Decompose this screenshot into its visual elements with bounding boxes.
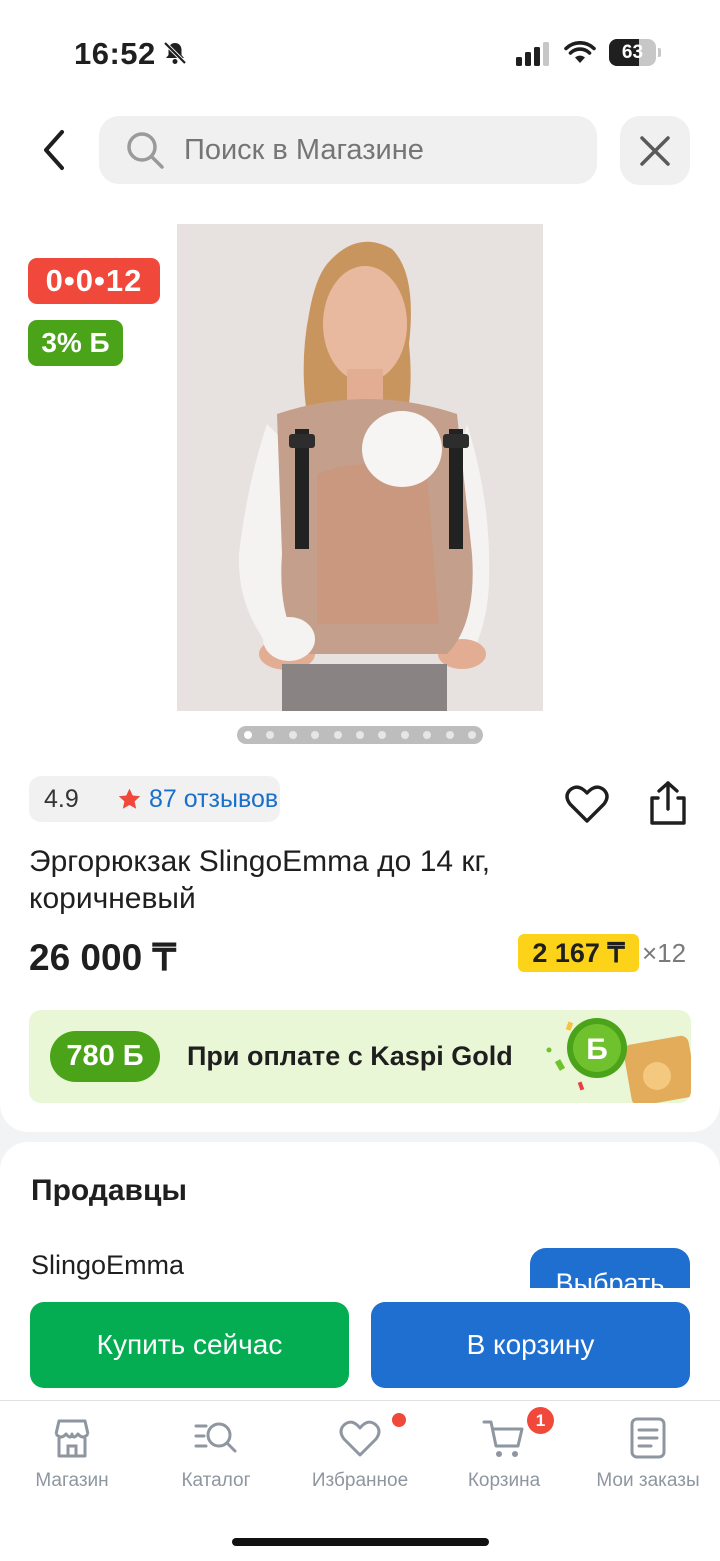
- kaspi-gold-card-icon: Б: [546, 1018, 691, 1103]
- choose-button-clip: Выбрать: [530, 1248, 690, 1288]
- installment-badge: 0•0•12: [28, 258, 160, 304]
- gallery-dot[interactable]: [423, 731, 432, 739]
- product-price: 26 000 ₸: [29, 937, 176, 978]
- gallery-dot[interactable]: [288, 731, 297, 739]
- tab-label: Корзина: [467, 1470, 541, 1491]
- star-icon: [118, 788, 141, 809]
- gallery-dot[interactable]: [355, 731, 364, 739]
- cart-icon: [482, 1420, 524, 1457]
- close-icon: [640, 136, 670, 166]
- back-arrow-icon[interactable]: [36, 126, 76, 174]
- gold-banner-text: При оплате с Kaspi Gold: [187, 1041, 513, 1071]
- gallery-dot[interactable]: [266, 731, 275, 739]
- rating-pill[interactable]: 4.9 87 отзывов: [29, 776, 280, 822]
- gallery-dot[interactable]: [311, 731, 320, 739]
- gallery-dot[interactable]: [244, 731, 252, 739]
- gold-bonus-pill: 780 Б: [50, 1031, 160, 1082]
- share-icon[interactable]: [646, 780, 690, 826]
- bonus-badge: 3% Б: [28, 320, 123, 366]
- close-button[interactable]: [620, 116, 690, 185]
- gallery-dot[interactable]: [400, 731, 409, 739]
- wifi-icon: [564, 41, 596, 63]
- choose-seller-button[interactable]: Выбрать: [530, 1248, 690, 1288]
- gallery-dot[interactable]: [378, 731, 387, 739]
- search-input[interactable]: [184, 116, 584, 184]
- status-time: 16:52: [74, 36, 156, 71]
- cart-count-badge: 1: [527, 1407, 554, 1434]
- add-to-cart-button[interactable]: В корзину: [371, 1302, 690, 1388]
- tab-orders[interactable]: Мои заказы: [576, 1416, 720, 1496]
- orders-icon: [630, 1417, 666, 1459]
- tab-favorites[interactable]: Избранное: [288, 1413, 432, 1496]
- gold-art-letter: Б: [586, 1033, 608, 1066]
- gallery-dot[interactable]: [467, 731, 476, 739]
- product-title: Эргорюкзак SlingoEmma до 14 кг, коричнев…: [29, 845, 491, 915]
- favorite-heart-icon[interactable]: [565, 784, 609, 824]
- catalog-icon: [194, 1422, 237, 1453]
- status-bar: 16:52 63: [0, 0, 720, 100]
- tab-label: Мои заказы: [596, 1470, 700, 1491]
- gallery-dot[interactable]: [333, 731, 342, 739]
- search-icon: [127, 132, 164, 169]
- monthly-multiplier: ×12: [642, 938, 687, 968]
- tab-store[interactable]: Магазин: [0, 1416, 144, 1496]
- bell-muted-icon: [163, 41, 187, 65]
- tab-label: Каталог: [181, 1470, 251, 1491]
- battery-icon: 63: [609, 39, 661, 66]
- favorites-dot: [392, 1413, 406, 1427]
- buy-now-button[interactable]: Купить сейчас: [30, 1302, 349, 1388]
- search-bar[interactable]: [99, 116, 597, 184]
- cellular-signal-icon: [516, 42, 549, 66]
- store-icon: [54, 1419, 90, 1458]
- product-image[interactable]: [177, 224, 543, 711]
- gallery-pagination[interactable]: [237, 726, 483, 744]
- tab-label: Избранное: [311, 1470, 409, 1491]
- gallery-dot[interactable]: [445, 731, 454, 739]
- tab-label: Магазин: [35, 1470, 109, 1491]
- tab-cart[interactable]: 1 Корзина: [432, 1407, 576, 1496]
- kaspi-gold-banner[interactable]: 780 Б При оплате с Kaspi Gold Б: [29, 1010, 691, 1103]
- heart-icon: [339, 1420, 381, 1457]
- tab-catalog[interactable]: Каталог: [144, 1416, 288, 1496]
- seller-name[interactable]: SlingoEmma: [31, 1250, 184, 1281]
- sellers-title: Продавцы: [31, 1174, 188, 1207]
- reviews-link[interactable]: 87 отзывов: [149, 776, 278, 822]
- rating-value: 4.9: [44, 785, 79, 813]
- home-indicator: [232, 1538, 489, 1546]
- battery-level: 63: [621, 42, 644, 63]
- monthly-payment[interactable]: 2 167 ₸: [518, 934, 639, 972]
